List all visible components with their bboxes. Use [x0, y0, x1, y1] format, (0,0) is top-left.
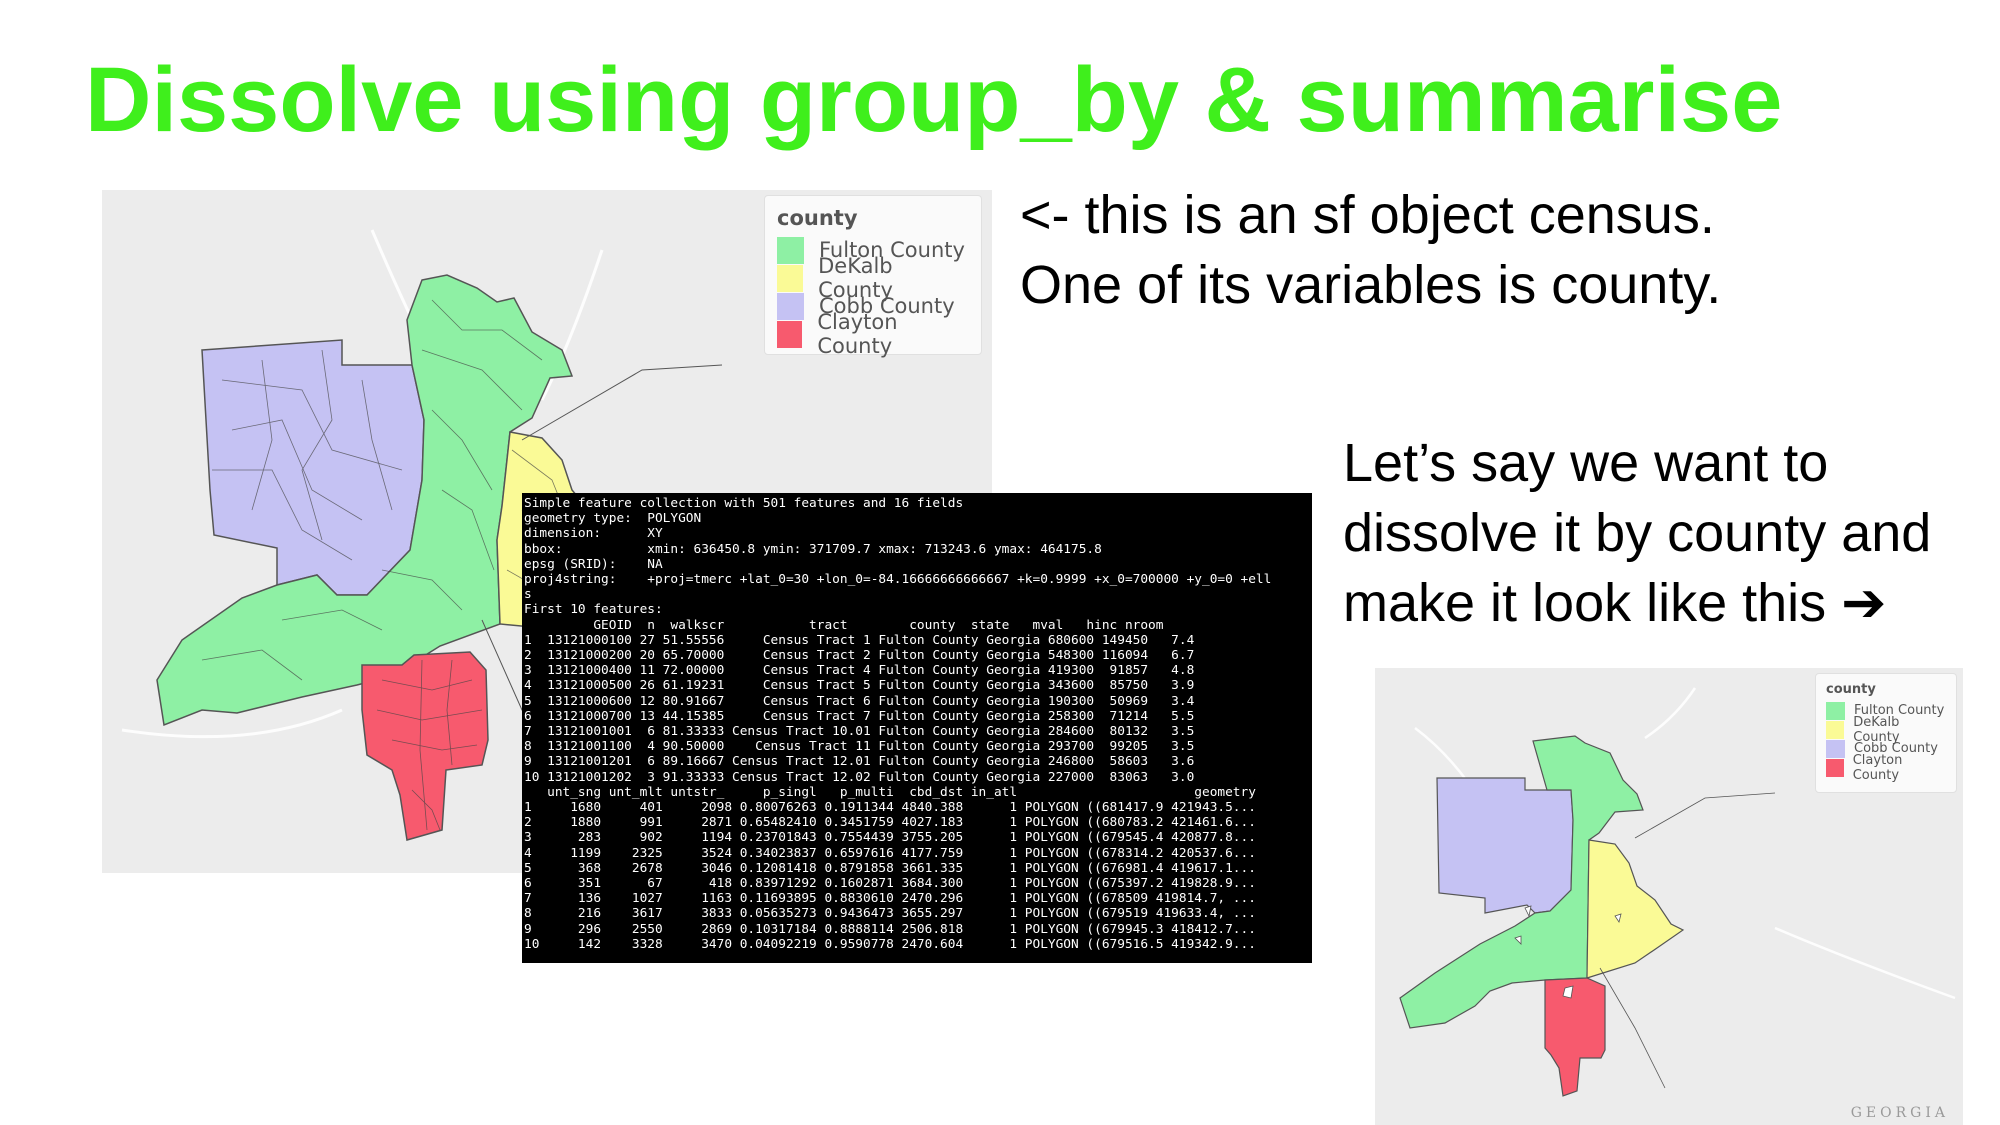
- console-line: 10 142 3328 3470 0.04092219 0.9590778 24…: [524, 936, 1256, 952]
- console-line: 2 13121000200 20 65.70000 Census Tract 2…: [524, 648, 1195, 664]
- legend-swatch: [777, 320, 803, 348]
- map2-legend: county Fulton County DeKalb County Cobb …: [1815, 673, 1957, 793]
- legend-item-clayton: Clayton County: [777, 310, 969, 358]
- console-line: 8 216 3617 3833 0.05635273 0.9436473 365…: [524, 906, 1256, 922]
- legend-swatch: [777, 292, 804, 320]
- console-line: 5 368 2678 3046 0.12081418 0.8791858 366…: [524, 860, 1256, 876]
- legend-swatch: [1826, 739, 1845, 758]
- r-console-output: Simple feature collection with 501 featu…: [522, 493, 1312, 963]
- console-line: s: [524, 587, 532, 603]
- console-line: epsg (SRID): NA: [524, 556, 663, 572]
- console-line: 1 1680 401 2098 0.80076263 0.1911344 484…: [524, 800, 1256, 816]
- console-line: 4 13121000500 26 61.19231 Census Tract 5…: [524, 678, 1195, 694]
- console-line: Simple feature collection with 501 featu…: [524, 496, 964, 511]
- legend-label: DeKalb County: [1853, 714, 1900, 745]
- console-line: 3 13121000400 11 72.00000 Census Tract 4…: [524, 663, 1195, 679]
- legend-label: Clayton County: [817, 310, 898, 358]
- console-line: 7 136 1027 1163 0.11693895 0.8830610 247…: [524, 891, 1256, 907]
- console-line: 6 351 67 418 0.83971292 0.1602871 3684.3…: [524, 876, 1256, 892]
- console-line: bbox: xmin: 636450.8 ymin: 371709.7 xmax…: [524, 541, 1102, 557]
- console-line: GEOID n walkscr tract county state mval …: [524, 617, 1164, 633]
- console-line: 4 1199 2325 3524 0.34023837 0.6597616 41…: [524, 845, 1256, 861]
- legend-swatch: [777, 236, 804, 264]
- console-line: 9 296 2550 2869 0.10317184 0.8888114 250…: [524, 921, 1256, 937]
- console-line: 2 1880 991 2871 0.65482410 0.3451759 402…: [524, 815, 1256, 831]
- legend-label: Clayton County: [1852, 752, 1903, 783]
- console-line: dimension: XY: [524, 526, 663, 542]
- legend-swatch: [1826, 701, 1845, 720]
- note-sf-object: <- this is an sf object census. One of i…: [1020, 180, 1721, 320]
- console-line: 9 13121001201 6 89.16667 Census Tract 12…: [524, 754, 1195, 770]
- map-state-label: GEORGIA: [1850, 1105, 1949, 1121]
- console-line: unt_sng unt_mlt untstr_ p_singl p_multi …: [524, 784, 1256, 800]
- cobb-county-shape: [201, 339, 425, 596]
- dissolved-county-map: county Fulton County DeKalb County Cobb …: [1375, 668, 1963, 1125]
- legend-swatch: [1826, 758, 1844, 777]
- note-line: <- this is an sf object census.: [1020, 185, 1715, 245]
- map1-legend: county Fulton County DeKalb County Cobb …: [764, 195, 982, 358]
- legend-swatch: [1826, 720, 1845, 739]
- console-line: 10 13121001202 3 91.33333 Census Tract 1…: [524, 769, 1195, 785]
- legend-title: county: [1826, 682, 1876, 697]
- console-line: 8 13121001100 4 90.50000 Census Tract 11…: [524, 739, 1195, 755]
- legend-item-dekalb: DeKalb County: [777, 254, 969, 302]
- console-line: 7 13121001001 6 81.33333 Census Tract 10…: [524, 724, 1195, 740]
- console-line: 6 13121000700 13 44.15385 Census Tract 7…: [524, 708, 1195, 724]
- console-line: geometry type: POLYGON: [524, 511, 702, 527]
- slide-title: Dissolve using group_by & summarise: [85, 49, 1783, 151]
- legend-item-clayton: Clayton County: [1826, 753, 1946, 783]
- clayton-county-shape: [1544, 977, 1606, 1097]
- legend-title: county: [777, 206, 858, 230]
- legend-swatch: [777, 264, 804, 292]
- note-line: One of its variables is county.: [1020, 255, 1722, 315]
- note-line: dissolve it by county and: [1343, 503, 1932, 563]
- dekalb-county-shape: [1586, 839, 1685, 979]
- note-line: Let’s say we want to: [1343, 433, 1829, 493]
- console-line: proj4string: +proj=tmerc +lat_0=30 +lon_…: [524, 572, 1272, 588]
- legend-item-dekalb: DeKalb County: [1826, 715, 1946, 745]
- note-dissolve: Let’s say we want to dissolve it by coun…: [1343, 428, 1931, 638]
- console-line: 3 283 902 1194 0.23701843 0.7554439 3755…: [524, 830, 1256, 846]
- console-line: 5 13121000600 12 80.91667 Census Tract 6…: [524, 693, 1195, 709]
- note-line: make it look like this ➔: [1343, 573, 1887, 633]
- console-line: 1 13121000100 27 51.55556 Census Tract 1…: [524, 632, 1195, 648]
- cobb-county-shape: [1436, 777, 1574, 914]
- console-line: First 10 features:: [524, 602, 663, 618]
